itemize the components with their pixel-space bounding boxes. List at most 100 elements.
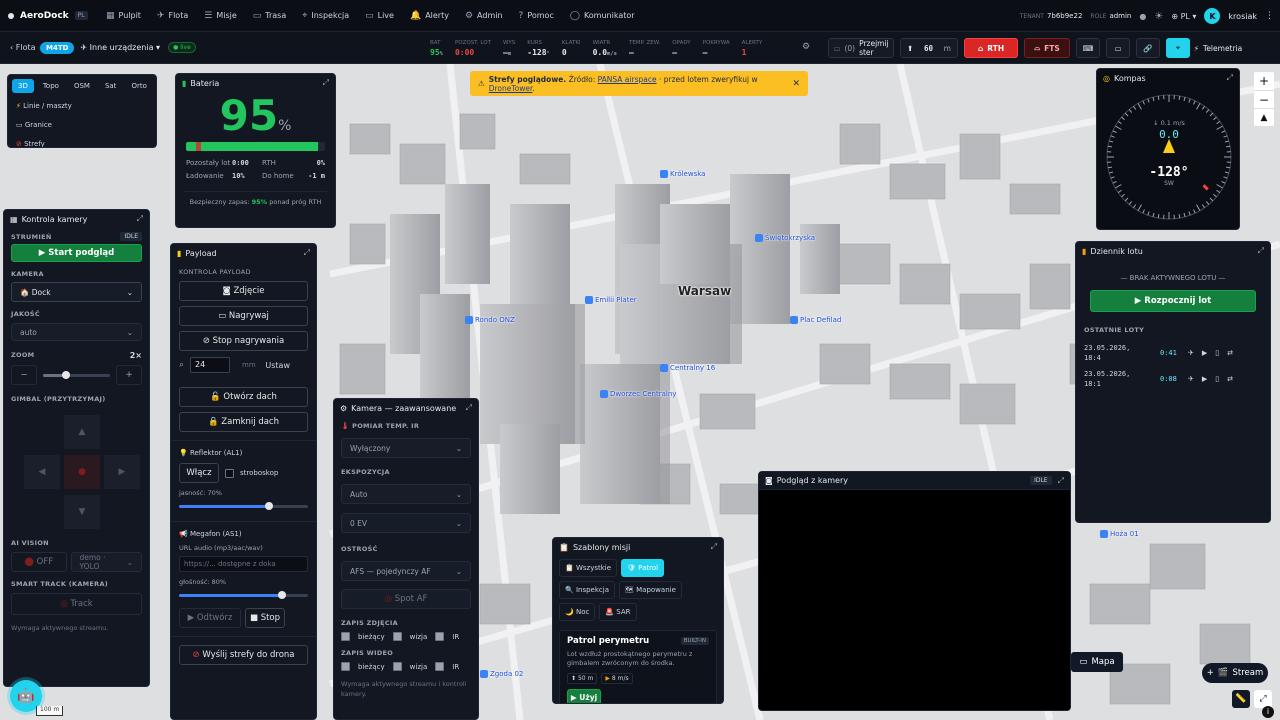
back-to-fleet-link[interactable]: ‹ Flota <box>0 43 40 52</box>
set-zoom-button[interactable]: Ustaw <box>265 361 308 370</box>
filter-patrol[interactable]: 🛡 Patrol <box>621 559 665 577</box>
take-photo-button[interactable]: ◙ Zdjęcie <box>179 281 308 301</box>
screen-icon[interactable]: ▭ <box>1106 38 1130 58</box>
stream-button[interactable]: + 🎬 Stream <box>1202 663 1268 683</box>
camera-select[interactable]: 🏠 Dock ⌄ <box>11 282 142 302</box>
start-flight-button[interactable]: ▶ Rozpocznij lot <box>1090 290 1256 312</box>
nav-alerty[interactable]: 🔔 Alerty <box>402 0 457 32</box>
exposure-select[interactable]: Auto ⌄ <box>341 484 471 504</box>
fts-button[interactable]: ⌓ FTS <box>1024 38 1070 58</box>
map-poi-label[interactable]: Emilii Plater <box>585 296 637 304</box>
pansa-link[interactable]: PANSA airspace <box>598 75 657 84</box>
video-current-checkbox[interactable] <box>341 662 350 671</box>
nav-pulpit[interactable]: ▦ Pulpit <box>98 0 149 32</box>
video-feed[interactable] <box>759 490 1070 710</box>
video-wide-checkbox[interactable] <box>392 662 402 671</box>
mapa-button[interactable]: ▭ Mapa <box>1071 652 1123 672</box>
ai-toggle-button[interactable]: ⬤ OFF <box>11 552 67 572</box>
play-audio-button[interactable]: ▶ Odtwórz <box>179 608 241 628</box>
map-poi-label[interactable]: Świętokrzyska <box>755 234 815 242</box>
map-poi-label[interactable]: Hoża 01 <box>1100 530 1139 538</box>
nav-inspekcja[interactable]: ⌖ Inspekcja <box>294 0 357 32</box>
map-poi-label[interactable]: Centralny 16 <box>660 364 715 372</box>
photo-ir-checkbox[interactable] <box>435 632 445 641</box>
use-template-button[interactable]: ▶ Użyj <box>567 689 601 703</box>
ruler-tool-button[interactable]: 📏 <box>1232 690 1250 708</box>
layer-tab-osm[interactable]: OSM <box>68 79 96 93</box>
layer-tab-orto[interactable]: Orto <box>125 79 152 93</box>
locate-icon[interactable]: ⌖ <box>1166 38 1190 58</box>
document-icon[interactable]: ▯ <box>1215 375 1219 383</box>
open-roof-button[interactable]: 🔓 Otwórz dach <box>179 387 308 407</box>
focal-length-input[interactable]: 24 <box>190 357 231 373</box>
strobe-checkbox[interactable] <box>225 468 234 478</box>
nav-admin[interactable]: ⚙ Admin <box>457 0 511 32</box>
document-icon[interactable]: ▯ <box>1215 349 1219 357</box>
layer-toggle-zones[interactable]: ⊘ Strefy <box>16 135 148 147</box>
expand-icon[interactable]: ⤢ <box>137 214 143 224</box>
reflector-toggle-button[interactable]: Włącz <box>179 463 219 483</box>
expand-icon[interactable]: ⤢ <box>1058 476 1064 486</box>
map-poi-label[interactable]: Zgoda 02 <box>480 670 523 678</box>
flight-row[interactable]: 23.05.2026, 18:4 0:41 ✈ ▶ ▯ ⇄ <box>1076 340 1270 366</box>
zoom-in-button[interactable]: + <box>116 365 142 385</box>
filter-mapowanie[interactable]: 🗺 Mapowanie <box>619 581 682 599</box>
zoom-out-icon[interactable]: − <box>1254 90 1274 108</box>
filter-inspekcja[interactable]: 🔍 Inspekcja <box>559 581 615 599</box>
volume-slider[interactable] <box>179 590 308 600</box>
layer-toggle-borders[interactable]: ▭ Granice <box>16 116 148 135</box>
quality-select[interactable]: auto ⌄ <box>11 323 142 341</box>
rth-altitude-input[interactable]: ⬆ 60 m <box>900 38 958 58</box>
replay-icon[interactable]: ▶ <box>1202 375 1207 383</box>
expand-icon[interactable]: ⤢ <box>323 78 329 88</box>
send-zones-button[interactable]: ⊘ Wyślij strefy do drona <box>179 645 308 665</box>
replay-icon[interactable]: ▶ <box>1202 349 1207 357</box>
stop-audio-button[interactable]: ■ Stop <box>245 608 285 628</box>
device-select[interactable]: ✈ Inne urządzenia ▾ <box>80 43 160 52</box>
filter-sar[interactable]: 🚨 SAR <box>599 603 637 621</box>
expand-icon[interactable]: ⤢ <box>1227 73 1233 83</box>
filter-noc[interactable]: 🌙 Noc <box>559 603 596 621</box>
telemetry-button[interactable]: ⚡ Telemetria <box>1194 38 1243 58</box>
start-preview-button[interactable]: ▶ Start podgląd <box>11 244 142 262</box>
reset-north-icon[interactable]: ▲ <box>1254 108 1274 126</box>
drone-icon[interactable]: ✈ <box>1188 375 1194 383</box>
brand[interactable]: AeroDock PL <box>0 11 98 21</box>
nav-flota[interactable]: ✈ Flota <box>149 0 196 32</box>
expand-icon[interactable]: ⤢ <box>1258 246 1264 256</box>
audio-url-input[interactable]: https://... dostępne z doka <box>179 556 308 572</box>
compare-icon[interactable]: ⇄ <box>1227 349 1233 357</box>
keyboard-icon[interactable]: ⌨ <box>1076 38 1100 58</box>
user-name[interactable]: krosiak <box>1228 12 1257 21</box>
ev-select[interactable]: 0 EV ⌄ <box>341 513 471 533</box>
expand-icon[interactable]: ⤢ <box>466 403 472 413</box>
nav-live[interactable]: ▭ Live <box>357 0 402 32</box>
map-poi-label[interactable]: Królewska <box>660 170 705 178</box>
close-icon[interactable]: ✕ <box>792 79 800 89</box>
map-poi-label[interactable]: Dworzec Centralny <box>600 390 676 398</box>
user-menu-icon[interactable]: ⋮ <box>1265 11 1274 21</box>
info-icon[interactable]: i <box>1262 706 1274 718</box>
gimbal-left-button[interactable]: ◀ <box>24 455 60 489</box>
flight-row[interactable]: 23.05.2026, 18:1 0:08 ✈ ▶ ▯ ⇄ <box>1076 366 1270 392</box>
filter-wszystkie[interactable]: 📋 Wszystkie <box>559 559 618 577</box>
layer-tab-3d[interactable]: 3D <box>12 79 34 93</box>
map-poi-label[interactable]: Plac Defilad <box>790 316 841 324</box>
gimbal-up-button[interactable]: ▲ <box>64 415 100 449</box>
template-card[interactable]: Patrol perymetru BUILT-IN Lot wzdłuż pros… <box>559 630 717 703</box>
layer-toggle-lines[interactable]: ⚡ Linie / maszty <box>16 97 148 116</box>
nav-trasa[interactable]: ▭ Trasa <box>245 0 295 32</box>
settings-gear-icon[interactable]: ⚙ <box>802 42 810 52</box>
ir-measure-select[interactable]: Wyłączony ⌄ <box>341 438 471 458</box>
photo-current-checkbox[interactable] <box>341 632 350 641</box>
gimbal-down-button[interactable]: ▼ <box>64 495 100 529</box>
ai-model-select[interactable]: demo · YOLO ⌄ <box>70 552 142 572</box>
compare-icon[interactable]: ⇄ <box>1227 375 1233 383</box>
nav-komunikator[interactable]: ◯ Komunikator <box>562 0 643 32</box>
nav-pomoc[interactable]: ? Pomoc <box>511 0 562 32</box>
photo-wide-checkbox[interactable] <box>392 632 402 641</box>
takeover-control-button[interactable]: ▭ (0) Przejmij ster <box>828 38 894 58</box>
expand-icon[interactable]: ⤢ <box>711 542 717 552</box>
expand-icon[interactable]: ⤢ <box>304 248 310 258</box>
zoom-in-icon[interactable]: + <box>1254 72 1274 90</box>
